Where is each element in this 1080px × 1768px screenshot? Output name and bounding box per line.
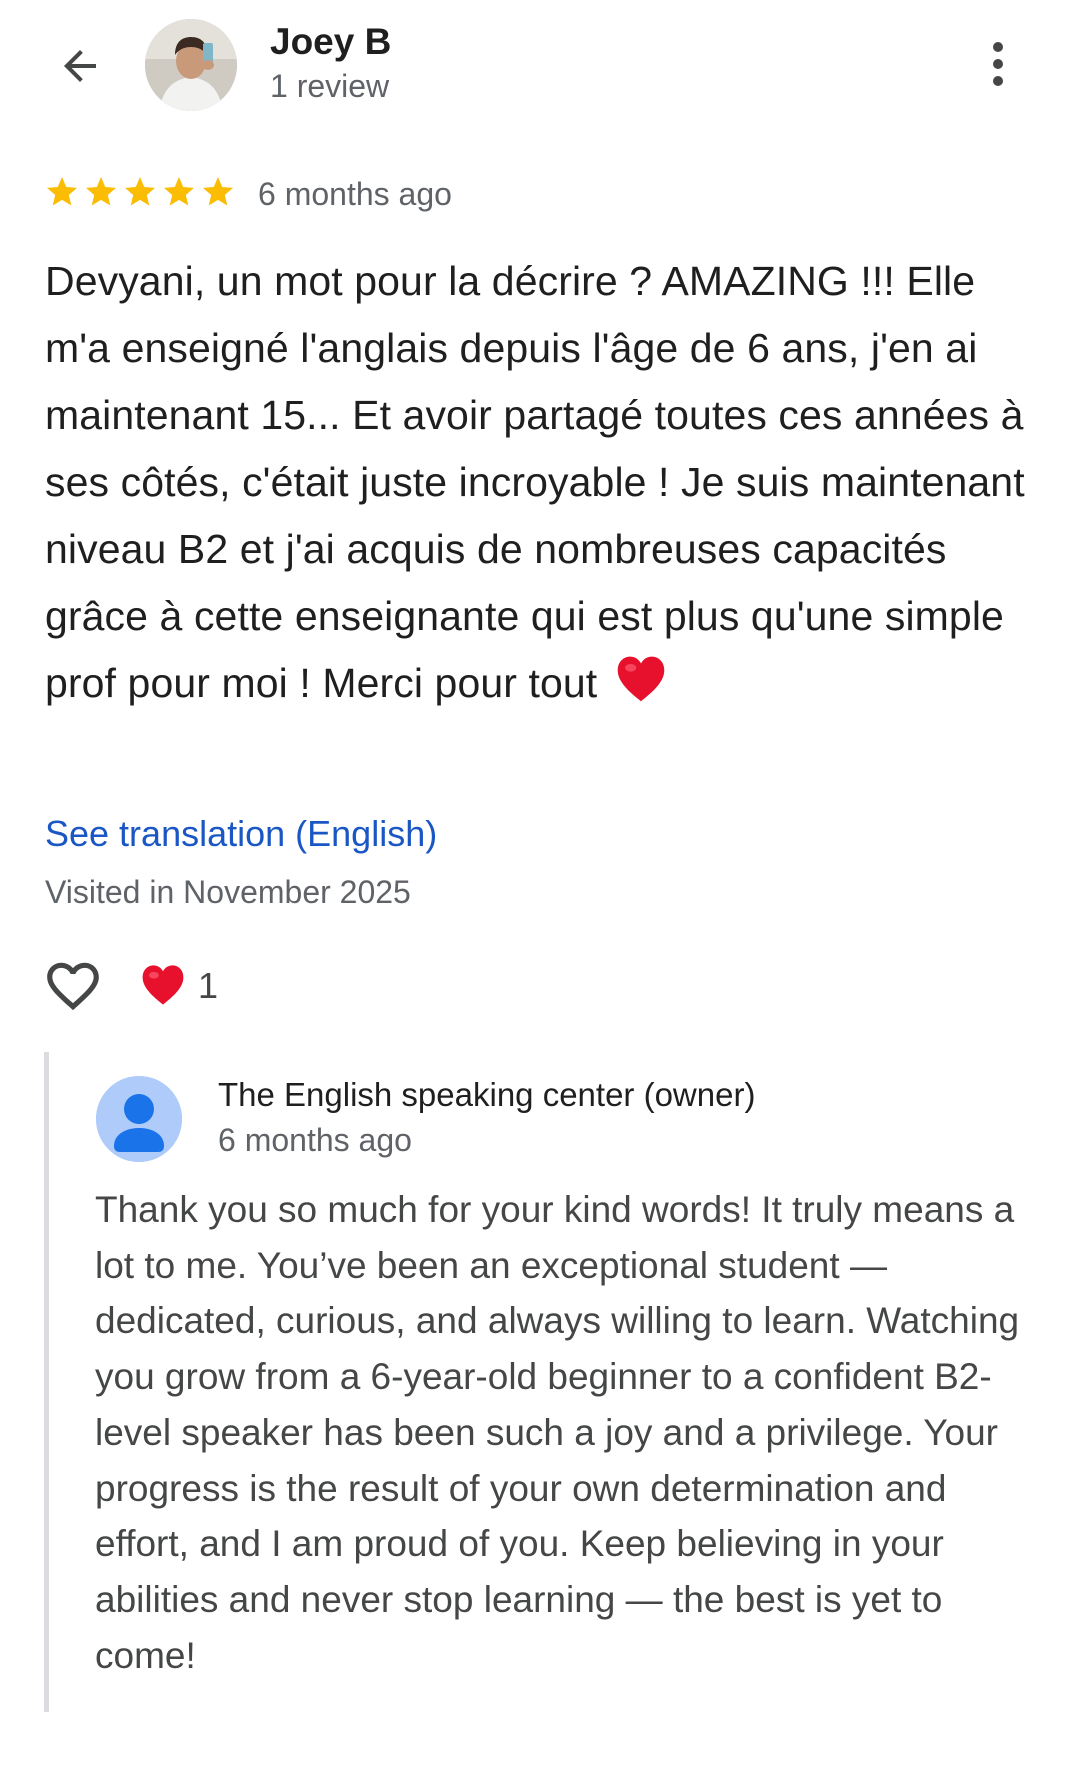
- star-icon: [125, 177, 155, 206]
- profile-photo: [145, 19, 237, 111]
- like-button[interactable]: [40, 955, 106, 1017]
- see-translation-link[interactable]: See translation (English): [45, 812, 437, 856]
- star-icon: [86, 177, 116, 206]
- red-heart-emoji: [617, 656, 665, 702]
- more-options-button[interactable]: [966, 32, 1030, 96]
- person-avatar-icon: [96, 1076, 182, 1162]
- author-review-count: 1 review: [270, 68, 390, 104]
- back-button[interactable]: [44, 30, 116, 102]
- reaction-count: 1: [198, 965, 219, 1006]
- star-rating: [44, 174, 236, 210]
- review-text: Devyani, un mot pour la décrire ? AMAZIN…: [45, 248, 1035, 717]
- owner-avatar: [96, 1076, 182, 1162]
- author-avatar[interactable]: [145, 19, 237, 111]
- owner-response-age: 6 months ago: [218, 1122, 412, 1158]
- star-icon: [203, 177, 233, 206]
- visited-date: Visited in November 2025: [45, 874, 411, 910]
- author-name[interactable]: Joey B: [270, 20, 391, 64]
- arrow-back-icon: [64, 50, 96, 82]
- review-age: 6 months ago: [258, 176, 452, 212]
- reaction-heart-emoji: [142, 965, 184, 1005]
- star-icon: [164, 177, 194, 206]
- review-body: Devyani, un mot pour la décrire ? AMAZIN…: [45, 258, 1025, 706]
- heart-outline-icon: [47, 962, 99, 1011]
- more-vert-icon: [993, 42, 1003, 86]
- owner-name: The English speaking center (owner): [218, 1076, 756, 1113]
- star-icon: [47, 177, 77, 206]
- owner-response-text: Thank you so much for your kind words! I…: [95, 1189, 1020, 1676]
- owner-response-divider: [44, 1052, 49, 1712]
